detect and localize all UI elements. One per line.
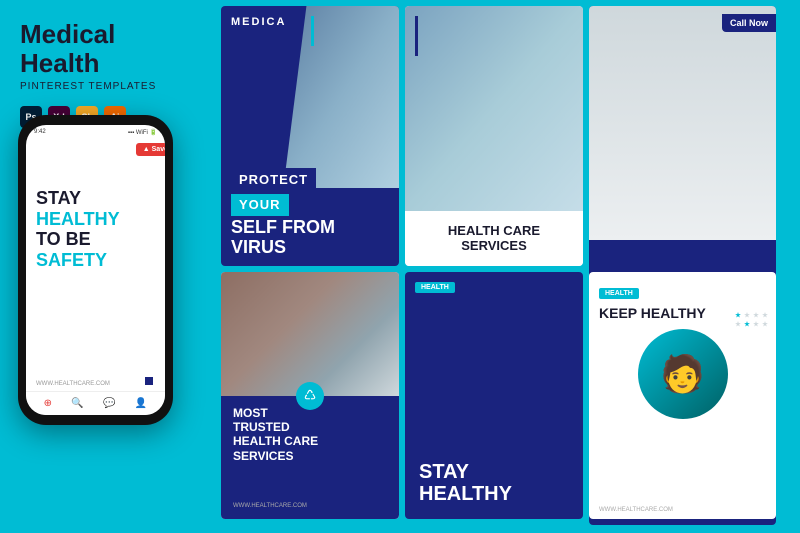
phone-nav-search[interactable]: 🔍: [71, 398, 83, 409]
card5-url: WWW.HEALTHCARE.COM: [233, 503, 387, 509]
phone-signal: ▪▪▪ WiFi 🔋: [128, 129, 157, 136]
card7-dot: [753, 321, 759, 327]
card5-image: [221, 272, 399, 396]
phone-headline-line1: STAY: [36, 188, 155, 209]
phone-outer: 9:42 ▪▪▪ WiFi 🔋 ▲ Save STAY HEALTHY TO B…: [18, 115, 173, 425]
card-health-care: HEALTH CARESERVICES: [405, 6, 583, 266]
call-now-button[interactable]: Call Now: [722, 14, 776, 32]
card7-dot-pattern: [735, 312, 768, 327]
card4-center-icon: ♺: [296, 382, 324, 410]
card6-headline: STAY HEALTHY: [419, 461, 569, 505]
card5-title: MOSTTRUSTEDHEALTH CARESERVICES: [233, 406, 387, 464]
card2-title: HEALTH CARESERVICES: [448, 223, 540, 254]
card1-text-block: PROTECT YOUR SELF FROM VIRUS: [221, 160, 399, 266]
phone-url: WWW.HEALTHCARE.COM: [36, 381, 110, 387]
phone-status-bar: 9:42 ▪▪▪ WiFi 🔋: [26, 125, 165, 138]
card5-content: MOSTTRUSTEDHEALTH CARESERVICES WWW.HEALT…: [221, 396, 399, 520]
card7-dot: [744, 321, 750, 327]
phone-headline-line4: SAFETY: [36, 250, 155, 271]
phone-headline: STAY HEALTHY TO BE SAFETY: [36, 188, 155, 271]
your-banner: YOUR: [231, 194, 289, 216]
phone-content: STAY HEALTHY TO BE SAFETY: [26, 138, 165, 281]
card-stay-healthy: HEALTH STAY HEALTHY: [405, 272, 583, 519]
card-keep-healthy: HEALTH KEEP HEALTHY 🧑 WWW.HEALTHCARE.COM: [589, 272, 776, 519]
phone-screen: 9:42 ▪▪▪ WiFi 🔋 ▲ Save STAY HEALTHY TO B…: [26, 125, 165, 415]
card1-accent-line: [311, 16, 314, 46]
card5-bg: [221, 272, 399, 396]
card7-accent: HEALTH: [599, 288, 639, 299]
card2-bottom: HEALTH CARESERVICES: [405, 211, 583, 266]
card6-line2: HEALTHY: [419, 483, 569, 505]
card7-url: WWW.HEALTHCARE.COM: [599, 507, 673, 513]
phone-notch: [71, 115, 121, 125]
phone-time: 9:42: [34, 129, 46, 136]
phone-save-button[interactable]: ▲ Save: [136, 143, 165, 156]
phone-nav-chat[interactable]: 💬: [103, 398, 115, 409]
card7-dot: [735, 321, 741, 327]
phone-accent-square: [145, 377, 153, 385]
protect-banner: PROTECT: [231, 168, 316, 192]
brand-title: Medical Health: [20, 20, 195, 77]
phone-mockup: 9:42 ▪▪▪ WiFi 🔋 ▲ Save STAY HEALTHY TO B…: [18, 115, 173, 425]
card1-label: MEDICA: [231, 16, 286, 28]
card2-image: [405, 6, 583, 211]
phone-nav-pinterest[interactable]: ⊕: [44, 398, 52, 409]
card7-dot: [753, 312, 759, 318]
card2-img-bg: [405, 6, 583, 211]
phone-nav-profile[interactable]: 👤: [135, 398, 147, 409]
card7-dot: [744, 312, 750, 318]
phone-headline-line3: TO BE: [36, 229, 155, 250]
card6-line1: STAY: [419, 461, 569, 483]
card2-accent-line: [415, 16, 418, 56]
card3-building-bg: [589, 6, 776, 240]
card7-dot: [762, 312, 768, 318]
self-from-text: SELF FROM VIRUS: [231, 218, 389, 258]
card6-accent-label: HEALTH: [415, 282, 455, 293]
card7-person-circle: 🧑: [638, 329, 728, 419]
card7-dot: [735, 312, 741, 318]
card-medica: MEDICA PROTECT YOUR SELF FROM VIRUS: [221, 6, 399, 266]
card3-image: Call Now: [589, 6, 776, 240]
phone-bottom-nav[interactable]: ⊕ 🔍 💬 👤: [26, 391, 165, 415]
card7-person-icon: 🧑: [660, 353, 705, 395]
card7-dot: [762, 321, 768, 327]
phone-headline-line2: HEALTHY: [36, 209, 155, 230]
brand-subtitle: PINTEREST TEMPLATES: [20, 81, 195, 92]
